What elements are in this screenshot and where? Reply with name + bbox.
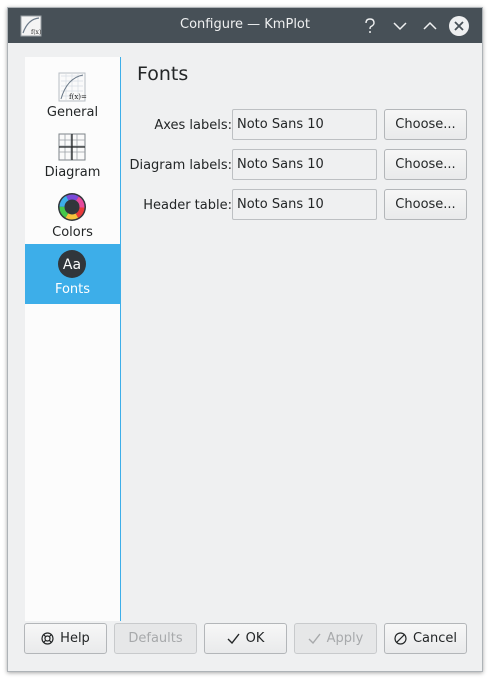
help-title-button[interactable] — [358, 14, 382, 38]
checkmark-icon — [227, 633, 240, 644]
defaults-button[interactable]: Defaults — [114, 623, 197, 654]
cancel-button-label: Cancel — [412, 631, 458, 646]
axes-labels-choose-button[interactable]: Choose... — [384, 109, 467, 140]
defaults-button-label: Defaults — [128, 631, 183, 646]
apply-button-label: Apply — [326, 631, 364, 646]
header-table-choose-button[interactable]: Choose... — [384, 189, 467, 220]
help-button-label: Help — [60, 631, 90, 646]
help-button[interactable]: Help — [24, 623, 107, 654]
title-bar[interactable]: f(x) Configure — KmPlot — [8, 8, 482, 43]
sidebar-item-label: Fonts — [54, 282, 91, 297]
configure-dialog: f(x) Configure — KmPlot f(x)= General Di… — [7, 7, 483, 672]
header-table-label: Header table: — [143, 198, 232, 213]
close-icon — [449, 16, 469, 36]
header-table-font-field: Noto Sans 10 — [232, 189, 377, 220]
cancel-icon — [394, 632, 407, 645]
minimize-button[interactable] — [388, 14, 412, 38]
chevron-up-icon — [423, 21, 437, 30]
axes-labels-label: Axes labels: — [154, 118, 232, 133]
general-icon: f(x)= — [58, 72, 87, 102]
axes-labels-font-field: Noto Sans 10 — [232, 109, 377, 140]
ok-button-label: OK — [245, 631, 265, 646]
page-title: Fonts — [137, 63, 189, 85]
diagram-labels-font-field: Noto Sans 10 — [232, 149, 377, 180]
fonts-icon: Aa — [58, 250, 86, 278]
ok-button[interactable]: OK — [204, 623, 287, 654]
page-list-sidebar: f(x)= General Diagram Colors Aa Fonts — [25, 57, 121, 621]
checkmark-icon — [308, 633, 321, 644]
chevron-down-icon — [393, 22, 407, 31]
help-icon — [41, 632, 54, 645]
sidebar-item-fonts[interactable]: Aa Fonts — [25, 244, 120, 304]
apply-button[interactable]: Apply — [294, 623, 377, 654]
svg-text:Aa: Aa — [63, 257, 81, 273]
sidebar-item-diagram[interactable]: Diagram — [25, 127, 120, 187]
diagram-labels-label: Diagram labels: — [129, 158, 232, 173]
sidebar-item-label: Colors — [52, 225, 93, 240]
svg-text:f(x)=: f(x)= — [69, 93, 87, 101]
maximize-button[interactable] — [418, 14, 442, 38]
cancel-button[interactable]: Cancel — [384, 623, 467, 654]
close-button[interactable] — [447, 14, 471, 38]
diagram-labels-choose-button[interactable]: Choose... — [384, 149, 467, 180]
question-icon — [365, 18, 375, 33]
sidebar-item-colors[interactable]: Colors — [25, 187, 120, 247]
